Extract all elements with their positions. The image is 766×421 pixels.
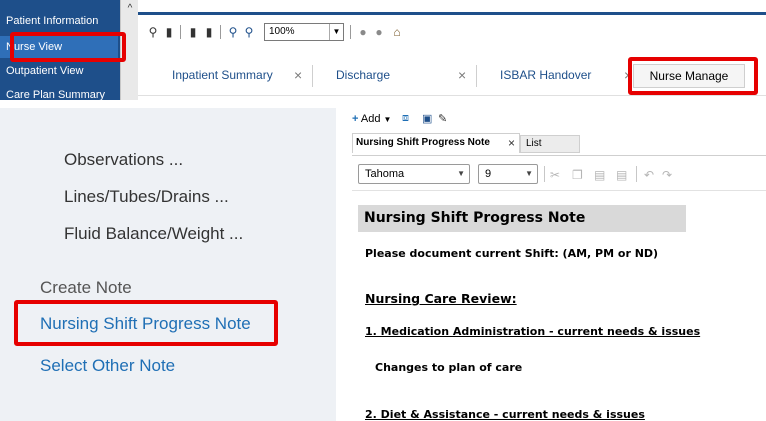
format-toolbar: Tahoma ▼ 9 ▼ ✂ ❐ ▤ ▤ ↶ ↷ [352,155,766,191]
tab-nurse-manage[interactable]: Nurse Manage [633,64,745,88]
tab-divider [476,65,477,87]
toolbar-separator [350,25,351,39]
create-note-heading: Create Note [40,278,132,297]
toolbar-separator [636,166,637,182]
redo-icon[interactable]: ↷ [662,168,672,182]
changes-to-plan-of-care: Changes to plan of care [375,361,523,374]
tabs-underline [138,95,766,96]
tab-divider [312,65,313,87]
page-icon[interactable]: ▮ [162,25,176,39]
shift-prompt: Please document current Shift: (AM, PM o… [365,247,659,260]
zoom-in-icon[interactable]: ⚲ [242,25,256,39]
select-icon[interactable]: ⧈ [402,112,409,125]
tab-discharge[interactable]: Discharge [336,63,390,87]
side-navigation: Patient Information Nurse View Outpatien… [0,0,138,100]
back-circle-icon[interactable]: ● [356,25,370,39]
medication-administration-item: 1. Medication Administration - current n… [365,325,701,338]
nav-item-nurse-view[interactable]: Nurse View [0,36,118,58]
menu-item-lines-tubes-drains[interactable]: Lines/Tubes/Drains ... [64,187,229,207]
toolbar: ⚲ ▮ ▮ ▮ ⚲ ⚲ 100% ▼ ● ● ⌂ [138,12,766,52]
care-review-heading: Nursing Care Review: [365,291,517,306]
chevron-down-icon: ▼ [525,169,533,178]
font-family-value: Tahoma [365,168,405,180]
forward-circle-icon[interactable]: ● [372,25,386,39]
diet-assistance-item: 2. Diet & Assistance - current needs & i… [365,408,645,421]
font-size-select[interactable]: 9 ▼ [478,164,538,184]
zoom-select[interactable]: 100% ▼ [264,23,344,41]
tab-isbar-handover[interactable]: ISBAR Handover [500,63,591,87]
close-icon[interactable]: × [508,134,515,152]
note-editor: + Add ▼ ⧈ ▣ ✎ Nursing Shift Progress Not… [344,105,766,421]
scroll-up-icon[interactable]: ^ [123,2,137,16]
left-panel: Observations ... Lines/Tubes/Drains ... … [0,108,336,421]
font-family-select[interactable]: Tahoma ▼ [358,164,470,184]
view-tabs: Inpatient Summary × Discharge × ISBAR Ha… [138,55,766,95]
link-select-other-note[interactable]: Select Other Note [40,356,175,376]
link-nursing-shift-progress-note[interactable]: Nursing Shift Progress Note [40,314,251,334]
save-icon[interactable]: ▣ [422,112,432,125]
nav-item-patient-information[interactable]: Patient Information [0,10,118,32]
next-page-icon[interactable]: ▮ [202,25,216,39]
menu-item-fluid-balance-weight[interactable]: Fluid Balance/Weight ... [64,224,243,244]
zoom-value: 100% [269,26,295,37]
menu-item-observations[interactable]: Observations ... [64,150,183,170]
toolbar-separator [220,25,221,39]
note-tab-label: Nursing Shift Progress Note [356,137,490,148]
font-size-value: 9 [485,168,492,180]
copy-icon[interactable]: ❐ [572,168,583,182]
home-icon[interactable]: ⌂ [390,25,404,39]
paste-special-icon[interactable]: ▤ [616,168,627,182]
zoom-out-icon[interactable]: ⚲ [226,25,240,39]
chevron-down-icon: ▼ [457,169,465,178]
close-icon[interactable]: × [624,63,632,87]
chevron-down-icon: ▼ [383,115,392,124]
plus-icon: + [352,113,359,125]
undo-icon[interactable]: ↶ [644,168,654,182]
add-button-label: Add [360,113,381,125]
sidenav-scrollbar[interactable]: ^ [120,0,138,100]
nav-item-care-plan-summary[interactable]: Care Plan Summary [0,84,118,100]
prev-page-icon[interactable]: ▮ [186,25,200,39]
toolbar-separator [180,25,181,39]
binoculars-icon[interactable]: ⚲ [146,25,160,39]
tab-nursing-shift-progress-note[interactable]: Nursing Shift Progress Note × [352,133,520,153]
close-icon[interactable]: × [458,63,466,87]
sign-icon[interactable]: ✎ [438,112,447,125]
tab-inpatient-summary[interactable]: Inpatient Summary [172,63,273,87]
tab-list[interactable]: List [520,135,580,153]
chevron-down-icon[interactable]: ▼ [329,24,343,40]
note-heading: Nursing Shift Progress Note [358,205,686,232]
nav-item-outpatient-view[interactable]: Outpatient View [0,60,118,82]
close-icon[interactable]: × [294,63,302,87]
paste-icon[interactable]: ▤ [594,168,605,182]
cut-icon[interactable]: ✂ [550,168,560,182]
toolbar-separator [544,166,545,182]
add-button[interactable]: + Add ▼ [352,113,391,125]
